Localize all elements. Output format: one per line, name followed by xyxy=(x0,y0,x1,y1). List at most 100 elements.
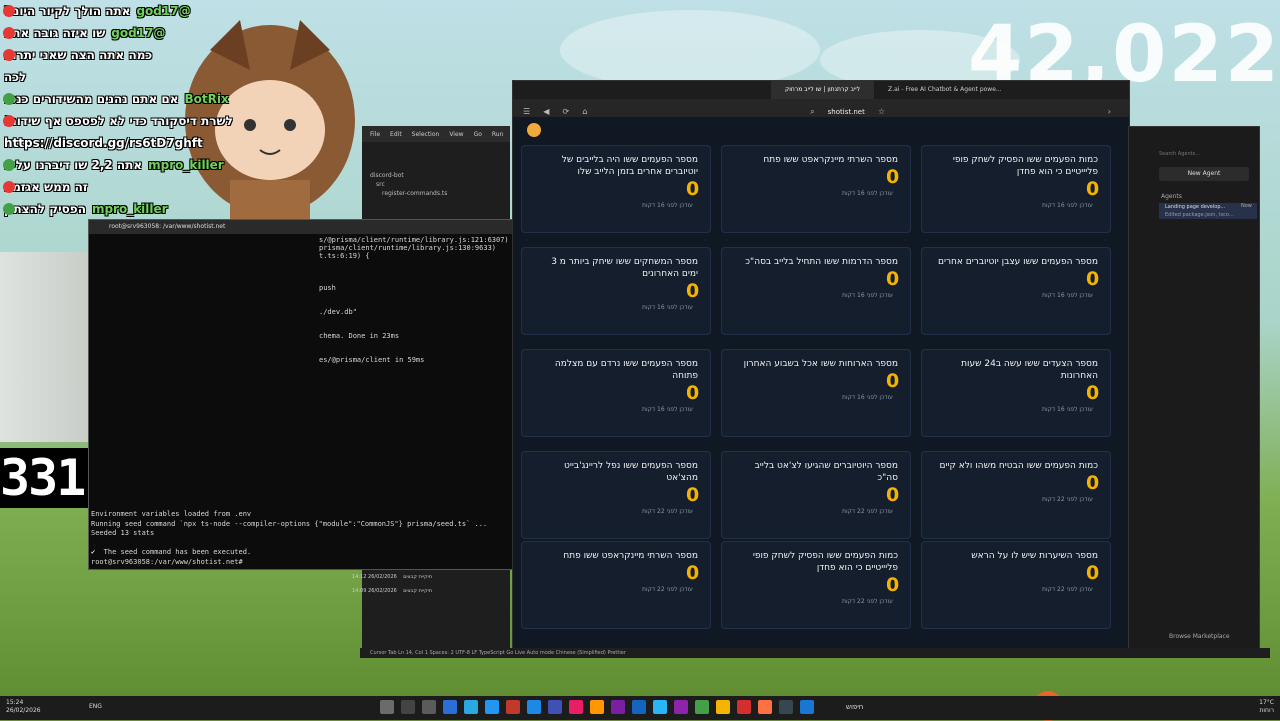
taskbar-app-icon[interactable] xyxy=(632,700,646,714)
terminal-titlebar[interactable]: root@srv963058: /var/www/shotist.net × xyxy=(89,220,549,234)
file-explorer: discord-bot src register-commands.ts xyxy=(362,142,510,201)
stat-card[interactable]: מספר השרתי מיינקראפט ששו פתח 0 עודכן לפני … xyxy=(721,145,911,233)
agent-item-time: Now xyxy=(1241,203,1252,209)
taskbar-app-icon[interactable] xyxy=(758,700,772,714)
stat-card[interactable]: מספר השרתי מיינקראפט ששו פתח 0 עודכן לפני … xyxy=(521,541,711,629)
explorer-folder[interactable]: src xyxy=(370,181,502,188)
stat-title: מספר המשחקים ששו שיחק ביותר מ 3 ימים האח… xyxy=(551,257,698,279)
terminal-output-top: s/@prisma/client/runtime/library.js:121:… xyxy=(319,236,509,364)
back-icon[interactable]: ◀ xyxy=(543,107,549,116)
menu-edit[interactable]: Edit xyxy=(390,131,402,138)
stat-value: 0 xyxy=(1086,268,1100,290)
stat-title: כמות הפעמים ששו הפסיק לשחק פופי פליייטיי… xyxy=(952,155,1098,177)
taskbar-app-icon[interactable] xyxy=(548,700,562,714)
tab-shotist[interactable]: לייב קרתנתון | שו לייב מרחוק xyxy=(771,81,875,99)
home-icon[interactable]: ⌂ xyxy=(582,107,587,116)
taskbar-app-icon[interactable] xyxy=(737,700,751,714)
stat-value: 0 xyxy=(886,166,900,188)
stat-value: 0 xyxy=(686,562,700,584)
clock[interactable]: 15:24 26/02/2026 xyxy=(6,699,41,715)
agent-item-sub: Edited package.json, tsco... xyxy=(1165,212,1234,218)
taskbar: 15:24 26/02/2026 ENG חיפוש 17°C רוחות xyxy=(0,696,1280,720)
stat-title: מספר השיערות שיש לו על הראש xyxy=(971,551,1098,561)
taskbar-app-icon[interactable] xyxy=(653,700,667,714)
stat-card[interactable]: מספר הצעדים ששו עשה ב24 שעות האחרונות 0 עו… xyxy=(921,349,1111,437)
stat-card[interactable]: מספר המשחקים ששו שיחק ביותר מ 3 ימים האח… xyxy=(521,247,711,335)
stat-card[interactable]: מספר הפעמים ששו עצבן יוטיוברים אחרים 0 עוד… xyxy=(921,247,1111,335)
chat-message: לכה xyxy=(0,66,330,88)
agent-panel: Search Agents... New Agent Agents Landin… xyxy=(1128,126,1260,658)
menu-run[interactable]: Run xyxy=(492,131,504,138)
site-header xyxy=(513,117,1129,145)
refresh-icon[interactable]: ⟳ xyxy=(563,107,570,116)
taskbar-app-icon[interactable] xyxy=(485,700,499,714)
stat-card[interactable]: כמות הפעמים ששו הבטיח משהו ולא קיים 0 עודכ… xyxy=(921,451,1111,539)
explorer-file[interactable]: register-commands.ts xyxy=(370,190,502,197)
browse-marketplace-link[interactable]: Browse Marketplace xyxy=(1169,633,1230,640)
forward-icon[interactable]: › xyxy=(1108,107,1111,116)
file-row[interactable]: תיקיית קבצים 26/02/2026 14:09 xyxy=(352,584,432,598)
stat-card[interactable]: כמות הפעמים ששו הפסיק לשחק פופי פליייטיי… xyxy=(921,145,1111,233)
chat-message: זה ממש אגזמה xyxy=(0,176,330,198)
stat-title: מספר הפעמים ששו היה בלייבים של יוטיוברים… xyxy=(561,155,698,177)
bookmark-icon[interactable]: ☆ xyxy=(878,107,885,116)
taskbar-app-icon[interactable] xyxy=(422,700,436,714)
browser-tabbar: לייב קרתנתון | שו לייב מרחוק Z.ai - Free… xyxy=(513,81,1129,99)
menu-file[interactable]: File xyxy=(370,131,380,138)
new-agent-button[interactable]: New Agent xyxy=(1159,167,1249,181)
weather-widget[interactable]: 17°C רוחות xyxy=(1259,699,1274,715)
search-icon[interactable]: ⌕ xyxy=(810,107,814,116)
menu-icon[interactable]: ☰ xyxy=(523,107,530,116)
chat-username: mpro_killer xyxy=(148,158,224,172)
stat-card[interactable]: מספר הפעמים ששו נפל לריינג'בייט מהצ'אט 0 ע… xyxy=(521,451,711,539)
stat-card[interactable]: מספר השיערות שיש לו על הראש 0 עודכן לפני 2… xyxy=(921,541,1111,629)
stat-card[interactable]: כמות הפעמים ששו הפסיק לשחק פופי פליייטיי… xyxy=(721,541,911,629)
explorer-folder[interactable]: discord-bot xyxy=(370,172,502,179)
stat-updated-time: עודכן לפני 16 דקות xyxy=(1042,406,1093,413)
chat-message: BotRix אם אתם נהנים מהשידורים כנסו xyxy=(0,88,330,110)
cloud xyxy=(560,10,820,90)
stat-card[interactable]: מספר הארוחות ששו אכל בשבוע האחרון 0 עודכן … xyxy=(721,349,911,437)
chat-message: @god17 אתה הולך לקיור היום? xyxy=(0,0,330,22)
stat-title: מספר הדרמות ששו התחיל בלייב בסה"כ xyxy=(745,257,898,267)
taskbar-app-icon[interactable] xyxy=(674,700,688,714)
language-indicator[interactable]: ENG xyxy=(89,703,102,710)
taskbar-app-icon[interactable] xyxy=(506,700,520,714)
taskbar-app-icon[interactable] xyxy=(443,700,457,714)
taskbar-app-icon[interactable] xyxy=(611,700,625,714)
chat-message: https://discord.gg/rs6tD7ghft xyxy=(0,132,330,154)
file-row[interactable]: תיקיית קבצים 26/02/2026 14:12 xyxy=(352,570,432,584)
menu-selection[interactable]: Selection xyxy=(412,131,440,138)
stat-updated-time: עודכן לפני 22 דקות xyxy=(1042,586,1093,593)
stat-title: מספר השרתי מיינקראפט ששו פתח xyxy=(763,155,898,165)
stat-card[interactable]: מספר הדרמות ששו התחיל בלייב בסה"כ 0 עודכן … xyxy=(721,247,911,335)
taskbar-app-icon[interactable] xyxy=(779,700,793,714)
taskbar-app-icon[interactable] xyxy=(380,700,394,714)
taskbar-app-icon[interactable] xyxy=(569,700,583,714)
menu-go[interactable]: Go xyxy=(474,131,482,138)
stat-card[interactable]: מספר הפעמים ששו היה בלייבים של יוטיוברים… xyxy=(521,145,711,233)
taskbar-app-icon[interactable] xyxy=(527,700,541,714)
agent-search-input[interactable]: Search Agents... xyxy=(1159,151,1200,157)
taskbar-app-icon[interactable] xyxy=(464,700,478,714)
taskbar-search[interactable]: חיפוש xyxy=(846,703,863,711)
stat-value: 0 xyxy=(886,574,900,596)
taskbar-app-icon[interactable] xyxy=(590,700,604,714)
stat-updated-time: עודכן לפני 22 דקות xyxy=(842,598,893,605)
taskbar-app-icon[interactable] xyxy=(716,700,730,714)
chat-badge-icon xyxy=(3,5,15,17)
stats-grid: כמות הפעמים ששו הפסיק לשחק פופי פליייטיי… xyxy=(521,145,1121,645)
address-bar[interactable]: shotist.net xyxy=(828,108,865,116)
stat-title: כמות הפעמים ששו הפסיק לשחק פופי פליייטיי… xyxy=(752,551,898,573)
site-logo[interactable] xyxy=(527,123,541,137)
taskbar-app-icon[interactable] xyxy=(401,700,415,714)
terminal-window[interactable]: root@srv963058: /var/www/shotist.net × s… xyxy=(88,219,550,570)
tab-zai[interactable]: Z.ai - Free AI Chatbot & Agent powe... xyxy=(874,81,1016,99)
stat-card[interactable]: מספר היוטיוברים שהגיעו לצ'אט בלייב סה"כ 0… xyxy=(721,451,911,539)
taskbar-app-icon[interactable] xyxy=(695,700,709,714)
browser-window[interactable]: לייב קרתנתון | שו לייב מרחוק Z.ai - Free… xyxy=(512,80,1130,721)
stat-title: מספר הפעמים ששו נפל לריינג'בייט מהצ'אט xyxy=(564,461,698,483)
stat-card[interactable]: מספר הפעמים ששו נרדם עם מצלמה פתוחה 0 עודכ… xyxy=(521,349,711,437)
taskbar-app-icon[interactable] xyxy=(800,700,814,714)
menu-view[interactable]: View xyxy=(449,131,463,138)
